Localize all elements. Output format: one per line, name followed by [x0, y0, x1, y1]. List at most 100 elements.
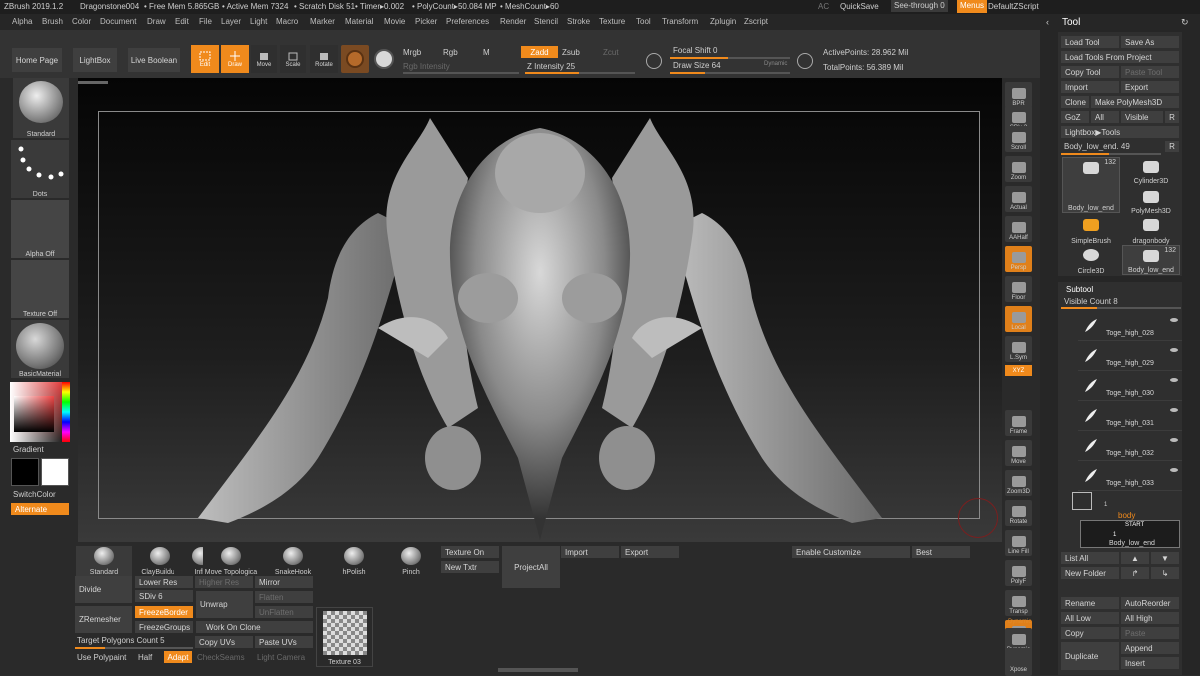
brush-slot[interactable]: hPolish [326, 546, 382, 576]
tool-tile[interactable]: Body_low_end 132 [1122, 245, 1180, 275]
brush-slot[interactable]: Move Topologica [203, 546, 259, 576]
folder-icon[interactable] [1072, 492, 1092, 510]
subtool-item[interactable]: Toge_high_029 [1078, 343, 1182, 371]
menu-light[interactable]: Light [250, 17, 267, 26]
copy-uvs-button[interactable]: Copy UVs [195, 636, 253, 648]
shelf-scroll[interactable]: Scroll [1005, 126, 1032, 152]
higher-res-button[interactable]: Higher Res [195, 576, 253, 588]
material-thumbnail[interactable]: BasicMaterial [11, 320, 69, 378]
draw-mode-button[interactable]: Draw [221, 45, 249, 73]
enable-customize-button[interactable]: Enable Customize [792, 546, 910, 558]
focal-shift-slider[interactable]: Focal Shift 0 [673, 46, 717, 55]
freeze-groups-button[interactable]: FreezeGroups [135, 621, 193, 633]
material-swatch-button[interactable] [341, 45, 369, 73]
alternate-button[interactable]: Alternate [11, 503, 69, 515]
chevron-down-icon[interactable]: ‹ [1046, 17, 1056, 27]
gizmo-ring-icon[interactable] [958, 498, 998, 538]
menu-layer[interactable]: Layer [221, 17, 241, 26]
menu-macro[interactable]: Macro [276, 17, 298, 26]
shelf-transp[interactable]: Transp [1005, 590, 1032, 616]
z-intensity-slider[interactable]: Z Intensity 25 [527, 62, 575, 71]
make-polymesh-button[interactable]: Make PolyMesh3D [1091, 96, 1179, 108]
light-camera-button[interactable]: Light Camera [257, 653, 305, 662]
edit-mode-button[interactable]: Edit [191, 45, 219, 73]
z-intensity-track[interactable] [525, 72, 635, 74]
flatten-button[interactable]: Flatten [255, 591, 313, 603]
target-polygons-track[interactable] [75, 647, 193, 649]
menu-material[interactable]: Material [345, 17, 373, 26]
eye-icon[interactable] [1170, 378, 1178, 382]
dynamic-toggle[interactable]: Dynamic [764, 61, 787, 67]
adapt-button[interactable]: Adapt [164, 651, 192, 663]
paste-uvs-button[interactable]: Paste UVs [255, 636, 313, 648]
switch-color-button[interactable]: SwitchColor [13, 490, 56, 499]
goz-button[interactable]: GoZ [1061, 111, 1089, 123]
zremesher-button[interactable]: ZRemesher [75, 606, 132, 633]
sdiv-slider[interactable]: SDiv 6 [135, 590, 193, 602]
menu-zplugin[interactable]: Zplugin [710, 17, 736, 26]
use-polypaint-button[interactable]: Use Polypaint [77, 653, 126, 662]
tool-tile[interactable]: SimpleBrush [1062, 215, 1120, 245]
visible-count-slider[interactable]: Visible Count 8 [1064, 297, 1118, 306]
shelf-xpose[interactable]: Xpose [1005, 648, 1032, 674]
all-low-button[interactable]: All Low [1061, 612, 1119, 624]
copy-tool-button[interactable]: Copy Tool [1061, 66, 1119, 78]
shelf-floor[interactable]: Floor [1005, 276, 1032, 302]
best-render-button[interactable]: Best [912, 546, 970, 558]
menu-render[interactable]: Render [500, 17, 526, 26]
menu-edit[interactable]: Edit [175, 17, 189, 26]
quicksave-button[interactable]: QuickSave [840, 2, 879, 11]
clone-button[interactable]: Clone [1061, 96, 1089, 108]
main-color-swatch[interactable] [41, 458, 69, 486]
bottom-export-button[interactable]: Export [621, 546, 679, 558]
lightbox-button[interactable]: LightBox [73, 48, 117, 72]
eye-icon[interactable] [1170, 348, 1178, 352]
reset-icon[interactable]: ↻ [1181, 17, 1191, 27]
secondary-color-swatch[interactable] [11, 458, 39, 486]
half-button[interactable]: Half [138, 653, 152, 662]
color-saturation-field[interactable] [14, 396, 54, 432]
d-toggle-icon[interactable] [797, 53, 813, 69]
autoreorder-button[interactable]: AutoReorder [1121, 597, 1179, 609]
live-boolean-button[interactable]: Live Boolean [128, 48, 180, 72]
texture-03-thumbnail[interactable]: Texture 03 [316, 607, 373, 667]
menu-stroke[interactable]: Stroke [567, 17, 590, 26]
menu-tool[interactable]: Tool [636, 17, 651, 26]
rgb-button[interactable]: Rgb [443, 48, 458, 57]
menu-movie[interactable]: Movie [384, 17, 405, 26]
menu-stencil[interactable]: Stencil [534, 17, 558, 26]
tool-tile[interactable]: PolyMesh3D [1122, 187, 1180, 215]
subtool-item[interactable]: Toge_high_031 [1078, 403, 1182, 431]
shelf-move[interactable]: Move [1005, 440, 1032, 466]
tool-tile[interactable]: dragonbody [1122, 215, 1180, 245]
rotate-mode-button[interactable]: Rotate [310, 45, 338, 73]
shelf-frame[interactable]: Frame [1005, 410, 1032, 436]
load-tool-button[interactable]: Load Tool [1061, 36, 1119, 48]
move-down-arrow-icon[interactable]: ▼ [1151, 552, 1179, 564]
menu-document[interactable]: Document [100, 17, 136, 26]
texture-on-button[interactable]: Texture On [441, 546, 499, 558]
eye-icon[interactable] [1170, 468, 1178, 472]
freeze-border-button[interactable]: FreezeBorder [135, 606, 193, 618]
menu-transform[interactable]: Transform [662, 17, 698, 26]
home-page-button[interactable]: Home Page [12, 48, 62, 72]
shelf-zoom[interactable]: Zoom [1005, 156, 1032, 182]
lower-res-button[interactable]: Lower Res [135, 576, 193, 588]
current-tool-r-button[interactable]: R [1165, 141, 1179, 152]
menu-picker[interactable]: Picker [415, 17, 437, 26]
project-all-button[interactable]: ProjectAll [502, 546, 560, 588]
tool-export-button[interactable]: Export [1121, 81, 1179, 93]
target-polygons-slider[interactable]: Target Polygons Count 5 [77, 636, 165, 645]
scale-mode-button[interactable]: Scale [280, 45, 306, 73]
stroke-thumbnail[interactable]: Dots [11, 140, 69, 198]
see-through-slider[interactable]: See-through 0 [891, 0, 948, 12]
save-as-button[interactable]: Save As [1121, 36, 1179, 48]
subtool-item[interactable]: Toge_high_028 [1078, 313, 1182, 341]
zsub-button[interactable]: Zsub [562, 48, 580, 57]
shelf-rotate[interactable]: Rotate [1005, 500, 1032, 526]
texture-thumbnail[interactable]: Texture Off [11, 260, 69, 318]
menu-brush[interactable]: Brush [42, 17, 63, 26]
xyz-sym-button[interactable]: XYZ [1005, 365, 1032, 376]
new-txtr-button[interactable]: New Txtr [441, 561, 499, 573]
arrow-up-right-icon[interactable]: ↱ [1121, 567, 1149, 579]
